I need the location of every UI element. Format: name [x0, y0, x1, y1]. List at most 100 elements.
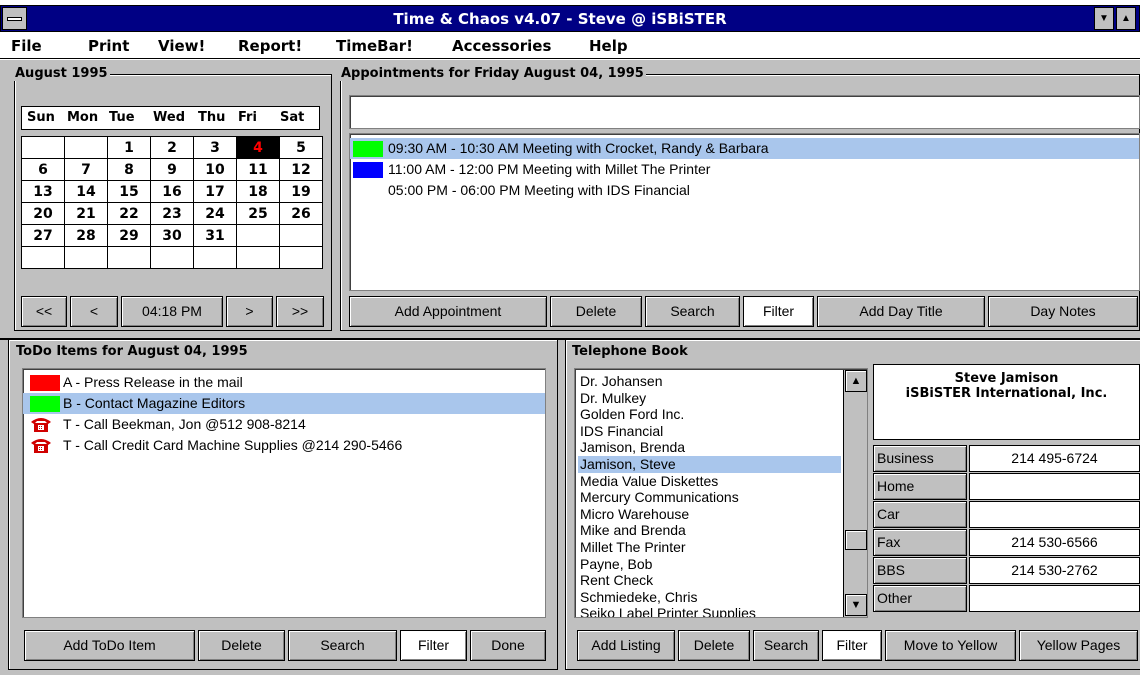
phonebook-entry[interactable]: Rent Check	[578, 572, 841, 589]
add-listing-button[interactable]: Add Listing	[577, 630, 675, 661]
field-value-business[interactable]: 214 495-6724	[969, 445, 1140, 472]
todo-row[interactable]: A - Press Release in the mail	[23, 372, 545, 393]
calendar-day[interactable]: 5	[279, 136, 323, 159]
current-time-button[interactable]: 04:18 PM	[121, 296, 223, 327]
filter-listing-button[interactable]: Filter	[822, 630, 882, 661]
phonebook-entry[interactable]: Micro Warehouse	[578, 506, 841, 523]
phonebook-entry[interactable]: Millet The Printer	[578, 539, 841, 556]
calendar-day[interactable]: 15	[107, 180, 151, 203]
calendar-first-button[interactable]: <<	[21, 296, 67, 327]
field-label-home[interactable]: Home	[873, 473, 967, 500]
calendar-day[interactable]: 28	[64, 224, 108, 247]
phonebook-entry[interactable]: Golden Ford Inc.	[578, 406, 841, 423]
todo-row[interactable]: T - Call Credit Card Machine Supplies @2…	[23, 435, 545, 456]
calendar-day[interactable]: 8	[107, 158, 151, 181]
calendar-day[interactable]: 31	[193, 224, 237, 247]
field-value-car[interactable]	[969, 501, 1140, 528]
phonebook-entry[interactable]: Jamison, Steve	[578, 456, 841, 473]
delete-todo-button[interactable]: Delete	[198, 630, 285, 661]
calendar-day[interactable]: 29	[107, 224, 151, 247]
field-label-bbs[interactable]: BBS	[873, 557, 967, 584]
add-day-title-button[interactable]: Add Day Title	[817, 296, 985, 327]
calendar-day[interactable]: 1	[107, 136, 151, 159]
calendar-day[interactable]: 22	[107, 202, 151, 225]
calendar-day[interactable]: 7	[64, 158, 108, 181]
delete-appointment-button[interactable]: Delete	[550, 296, 642, 327]
phonebook-entry[interactable]: Jamison, Brenda	[578, 439, 841, 456]
calendar-day[interactable]: 6	[21, 158, 65, 181]
menu-accessories[interactable]: Accessories	[452, 37, 551, 55]
scroll-down-icon[interactable]: ▼	[845, 594, 867, 616]
scroll-thumb[interactable]	[845, 530, 867, 550]
phonebook-entry[interactable]: Payne, Bob	[578, 556, 841, 573]
day-notes-button[interactable]: Day Notes	[988, 296, 1138, 327]
calendar-day[interactable]: 13	[21, 180, 65, 203]
menu-file[interactable]: File	[11, 37, 42, 55]
field-value-fax[interactable]: 214 530-6566	[969, 529, 1140, 556]
search-listing-button[interactable]: Search	[753, 630, 819, 661]
calendar-day[interactable]: 17	[193, 180, 237, 203]
appointment-row[interactable]: 09:30 AM - 10:30 AM Meeting with Crocket…	[350, 138, 1139, 159]
calendar-day[interactable]: 18	[236, 180, 280, 203]
move-to-yellow-button[interactable]: Move to Yellow	[885, 630, 1016, 661]
calendar-prev-button[interactable]: <	[70, 296, 118, 327]
calendar-day[interactable]: 23	[150, 202, 194, 225]
menu-report[interactable]: Report!	[238, 37, 302, 55]
filter-todo-button[interactable]: Filter	[400, 630, 467, 661]
menu-help[interactable]: Help	[589, 37, 628, 55]
field-label-car[interactable]: Car	[873, 501, 967, 528]
maximize-button[interactable]: ▲	[1116, 7, 1136, 30]
phonebook-scrollbar[interactable]: ▲ ▼	[843, 370, 867, 617]
appointments-list[interactable]: 09:30 AM - 10:30 AM Meeting with Crocket…	[349, 133, 1140, 291]
system-menu-button[interactable]	[2, 7, 27, 30]
calendar-day[interactable]: 14	[64, 180, 108, 203]
phonebook-list[interactable]: Dr. Johansen Dr. Mulkey Golden Ford Inc. ID…	[574, 368, 868, 618]
filter-appointment-button[interactable]: Filter	[743, 296, 814, 327]
calendar-day[interactable]: 3	[193, 136, 237, 159]
phonebook-entry[interactable]: Seiko Label Printer Supplies	[578, 605, 841, 617]
phonebook-entry[interactable]: Dr. Johansen	[578, 373, 841, 390]
calendar-day[interactable]: 12	[279, 158, 323, 181]
calendar-day[interactable]: 11	[236, 158, 280, 181]
calendar-day[interactable]: 24	[193, 202, 237, 225]
field-value-other[interactable]	[969, 585, 1140, 612]
delete-listing-button[interactable]: Delete	[678, 630, 750, 661]
phonebook-entry[interactable]: Mike and Brenda	[578, 522, 841, 539]
appointment-row[interactable]: 11:00 AM - 12:00 PM Meeting with Millet …	[350, 159, 1139, 180]
phonebook-entry[interactable]: Schmiedeke, Chris	[578, 589, 841, 606]
calendar-day[interactable]: 27	[21, 224, 65, 247]
calendar-day[interactable]: 10	[193, 158, 237, 181]
done-todo-button[interactable]: Done	[470, 630, 546, 661]
menu-print[interactable]: Print	[88, 37, 129, 55]
phonebook-entry[interactable]: Media Value Diskettes	[578, 473, 841, 490]
calendar-day[interactable]: 19	[279, 180, 323, 203]
calendar-day[interactable]: 16	[150, 180, 194, 203]
calendar-last-button[interactable]: >>	[276, 296, 324, 327]
minimize-button[interactable]: ▼	[1094, 7, 1114, 30]
yellow-pages-button[interactable]: Yellow Pages	[1019, 630, 1138, 661]
add-appointment-button[interactable]: Add Appointment	[349, 296, 547, 327]
search-appointment-button[interactable]: Search	[645, 296, 740, 327]
phonebook-entry[interactable]: IDS Financial	[578, 423, 841, 440]
phonebook-entry[interactable]: Dr. Mulkey	[578, 390, 841, 407]
scroll-up-icon[interactable]: ▲	[845, 370, 867, 392]
appointment-row[interactable]: 05:00 PM - 06:00 PM Meeting with IDS Fin…	[350, 180, 1139, 201]
calendar-day[interactable]: 26	[279, 202, 323, 225]
field-value-home[interactable]	[969, 473, 1140, 500]
day-title-field[interactable]	[349, 95, 1140, 129]
phonebook-entry[interactable]: Mercury Communications	[578, 489, 841, 506]
calendar-day[interactable]: 4	[236, 136, 280, 159]
menu-view[interactable]: View!	[158, 37, 205, 55]
add-todo-button[interactable]: Add ToDo Item	[24, 630, 195, 661]
calendar-next-button[interactable]: >	[226, 296, 273, 327]
field-label-fax[interactable]: Fax	[873, 529, 967, 556]
field-label-business[interactable]: Business	[873, 445, 967, 472]
calendar-day[interactable]: 30	[150, 224, 194, 247]
calendar-day[interactable]: 2	[150, 136, 194, 159]
field-label-other[interactable]: Other	[873, 585, 967, 612]
calendar-day[interactable]: 25	[236, 202, 280, 225]
calendar-day[interactable]: 20	[21, 202, 65, 225]
calendar-day[interactable]: 9	[150, 158, 194, 181]
field-value-bbs[interactable]: 214 530-2762	[969, 557, 1140, 584]
calendar-day[interactable]: 21	[64, 202, 108, 225]
